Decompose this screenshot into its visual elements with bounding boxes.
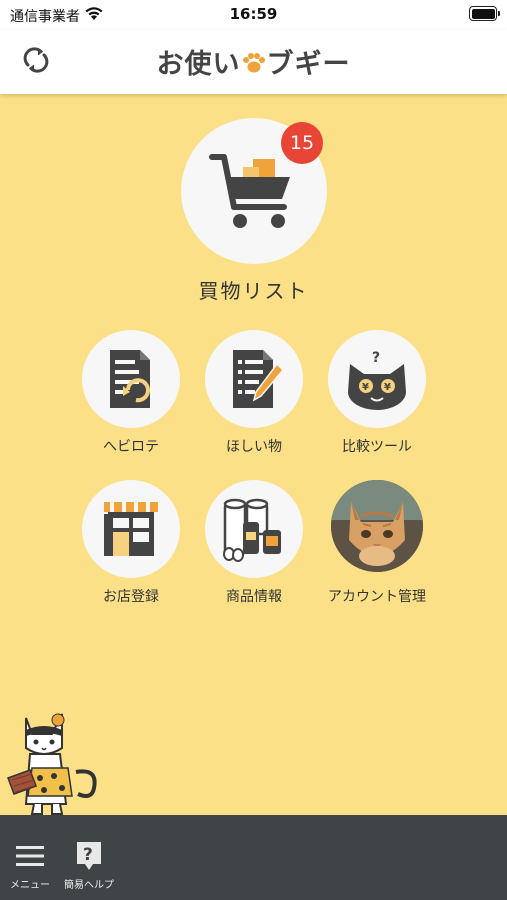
tile-store-registration-label: お店登録 [103,589,159,605]
tile-heavy-rotation[interactable]: へビロテ [66,330,196,456]
nav-bar: お使い ブギー [0,30,507,94]
tile-wishlist[interactable]: ほしい物 [189,330,319,456]
shopping-list-label: 買物リスト [198,279,309,303]
hamburger-menu-icon [16,846,44,866]
tile-compare-tool[interactable]: ? ¥ ¥ 比較ツール [312,330,442,456]
quick-help-tab-label: 簡易ヘルプ [64,880,114,891]
groceries-icon [223,498,281,562]
tile-wishlist-label: ほしい物 [226,439,282,455]
svg-text:¥: ¥ [362,382,369,393]
paw-icon [242,53,265,73]
store-icon [104,502,158,556]
tile-product-info[interactable]: 商品情報 [189,480,319,606]
menu-tab[interactable]: メニュー [10,840,50,891]
svg-text:?: ? [372,350,380,366]
tile-product-info-label: 商品情報 [226,589,282,605]
tile-compare-tool-label: 比較ツール [342,439,412,455]
tile-account-management[interactable]: アカウント管理 [312,480,442,606]
tile-account-management-label: アカウント管理 [328,589,426,605]
svg-text:¥: ¥ [384,382,391,393]
tile-store-registration[interactable]: お店登録 [66,480,196,606]
logo-text-part1: お使い [156,49,241,80]
avatar-cat-photo [331,480,423,572]
logo-text-part2: ブギー [266,49,351,80]
svg-text:?: ? [83,845,93,865]
compare-cat-icon: ? ¥ ¥ [348,350,406,410]
app-logo: お使い ブギー [0,42,507,81]
menu-tab-label: メニュー [10,880,50,891]
battery-icon [469,6,500,21]
status-time: 16:59 [229,5,278,23]
status-bar: 通信事業者 16:59 [0,0,507,30]
cat-mascot-illustration [7,713,97,815]
heavy-rotation-icon [110,350,150,408]
bottom-tab-bar: メニュー ? 簡易ヘルプ [0,815,507,900]
shopping-list-count-badge: 15 [281,122,323,164]
help-icon: ? [77,842,101,870]
quick-help-tab[interactable]: ? 簡易ヘルプ [64,840,114,891]
wishlist-icon [233,350,285,408]
tile-heavy-rotation-label: へビロテ [103,439,159,455]
